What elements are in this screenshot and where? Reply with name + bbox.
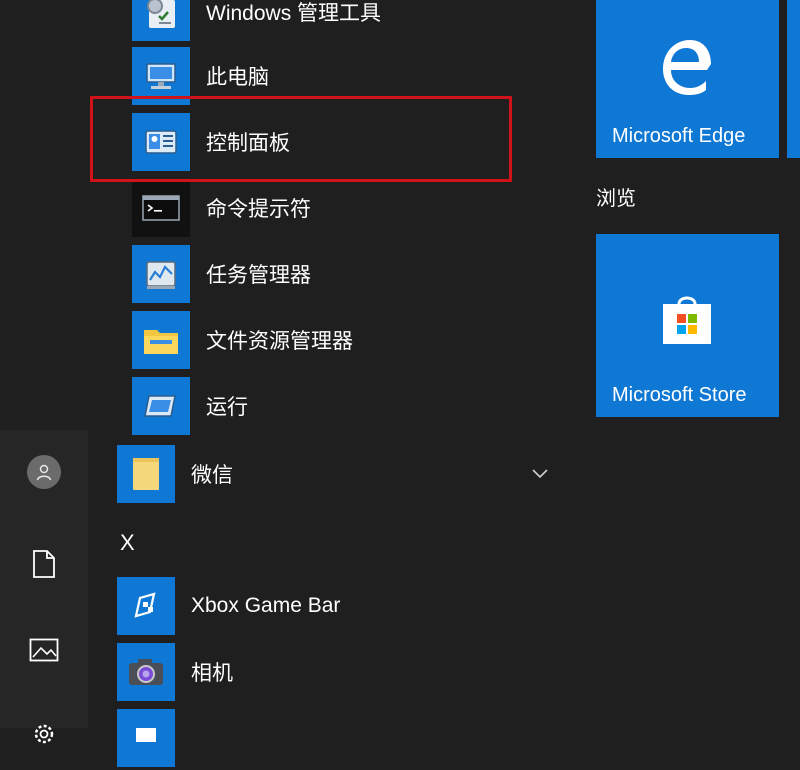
chevron-down-icon (532, 469, 548, 479)
app-label: 相机 (191, 662, 233, 685)
tile-label: Microsoft Store (612, 384, 747, 406)
app-label: 命令提示符 (206, 198, 311, 221)
app-item-xbox-game-bar[interactable]: Xbox Game Bar (117, 574, 340, 638)
edge-icon (663, 40, 711, 95)
app-item-run[interactable]: 运行 (132, 374, 248, 438)
app-label: 运行 (206, 396, 248, 419)
file-explorer-icon (132, 311, 190, 369)
documents-icon (33, 550, 55, 578)
camera-icon (117, 643, 175, 701)
app-label: 此电脑 (206, 66, 269, 89)
app-item-wechat-folder[interactable]: 微信 (117, 442, 233, 506)
user-avatar-icon (27, 455, 61, 489)
app-item-file-explorer[interactable]: 文件资源管理器 (132, 308, 353, 372)
admin-tools-icon (132, 0, 190, 41)
user-account-button[interactable] (22, 450, 66, 494)
pictures-button[interactable] (22, 628, 66, 672)
app-label: 任务管理器 (206, 264, 311, 287)
tile-label: Microsoft Edge (612, 125, 746, 147)
folder-icon (117, 445, 175, 503)
tile-group-label: 浏览 (596, 188, 636, 210)
tile-partial-right[interactable] (787, 0, 800, 158)
run-icon (132, 377, 190, 435)
app-item-partial[interactable] (117, 706, 175, 770)
task-manager-icon (132, 245, 190, 303)
xbox-game-bar-icon (117, 577, 175, 635)
app-label: 文件资源管理器 (206, 330, 353, 353)
start-rail (0, 430, 88, 744)
section-letter-header[interactable]: X (120, 530, 135, 556)
pictures-icon (29, 638, 59, 662)
store-icon (663, 296, 711, 344)
app-label: Xbox Game Bar (191, 594, 341, 617)
app-label: Windows 管理工具 (206, 2, 382, 25)
tile-microsoft-edge[interactable]: Microsoft Edge (596, 0, 779, 158)
settings-button[interactable] (22, 712, 66, 756)
app-label: 微信 (191, 464, 233, 487)
documents-button[interactable] (22, 542, 66, 586)
app-item-camera[interactable]: 相机 (117, 640, 233, 704)
tile-microsoft-store[interactable]: Microsoft Store (596, 234, 779, 417)
app-item-task-manager[interactable]: 任务管理器 (132, 242, 311, 306)
settings-icon (34, 724, 54, 744)
expand-folder-button[interactable] (528, 462, 552, 486)
highlight-box (90, 96, 512, 182)
app-item-windows-admin-tools[interactable]: Windows 管理工具 (132, 0, 381, 44)
app-tile-icon (117, 709, 175, 767)
command-prompt-icon (132, 179, 190, 237)
app-item-command-prompt[interactable]: 命令提示符 (132, 176, 311, 240)
